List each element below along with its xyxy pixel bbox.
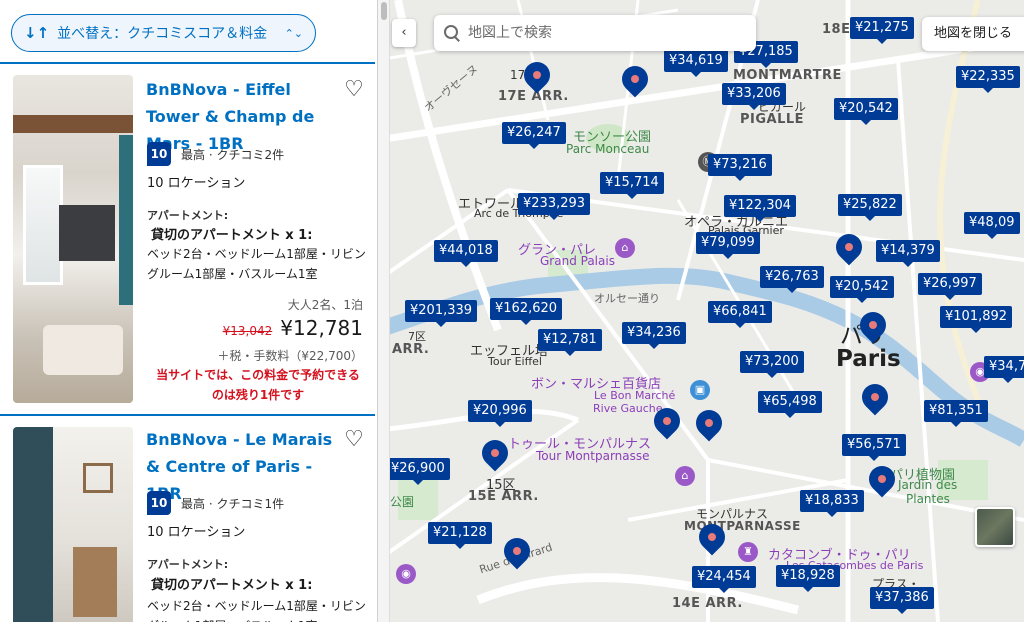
price-marker[interactable]: ¥79,099 [696, 232, 760, 259]
map-label: Parc Monceau [566, 142, 650, 156]
room-beds: ベッド2台・ベッドルーム1部屋・リビングルーム1部屋・バスルーム1室 [147, 247, 366, 281]
price-marker[interactable]: ¥56,571 [842, 434, 906, 461]
price-marker[interactable]: ¥162,620 [490, 298, 563, 325]
location-score: 10 ロケーション [147, 525, 246, 540]
sort-bar: ↓↑ 並べ替え：クチコミスコア＆料金 ⌃⌄ [0, 0, 377, 62]
guests-nights: 大人2名、1泊 [287, 298, 363, 312]
price-marker[interactable]: ¥33,206 [722, 83, 786, 110]
room-name: 貸切のアパートメント x 1: [151, 228, 313, 243]
map-label: ARR. [392, 342, 430, 357]
tax-fees: ＋税・手数料（¥22,700） [217, 349, 363, 363]
map-label: Jardin des [898, 478, 958, 492]
review-score-text: 最高 · クチコミ1件 [181, 497, 285, 511]
heart-icon[interactable]: ♡ [342, 428, 366, 452]
map-label: Plantes [906, 492, 950, 506]
price-marker[interactable]: ¥81,351 [924, 400, 988, 427]
price-marker[interactable]: ¥20,996 [468, 400, 532, 427]
map-label: 17E ARR. [498, 89, 569, 104]
landmark-icon[interactable]: ◉ [396, 564, 416, 584]
chevron-left-icon: ‹ [401, 25, 407, 40]
map-label: 14E ARR. [672, 596, 743, 611]
price-marker[interactable]: ¥65,498 [758, 391, 822, 418]
price-marker[interactable]: ¥24,454 [692, 566, 756, 593]
property-card[interactable]: BnBNova - Eiffel Tower & Champ de Mars -… [0, 62, 375, 416]
map-label: MONTMARTRE [733, 68, 842, 83]
review-score-badge: 10 [147, 142, 171, 166]
heart-icon[interactable]: ♡ [342, 78, 366, 102]
price-marker[interactable]: ¥25,822 [838, 194, 902, 221]
map-label: オルセー通り [594, 292, 660, 305]
price-marker[interactable]: ¥48,09 [964, 212, 1020, 239]
current-price: ¥12,781 [280, 316, 363, 340]
map-label: Tour Eiffel [488, 355, 542, 368]
sort-button[interactable]: ↓↑ 並べ替え：クチコミスコア＆料金 ⌃⌄ [11, 14, 316, 52]
property-photo[interactable] [13, 75, 133, 403]
property-card[interactable]: BnBNova - Le Marais & Centre of Paris - … [0, 414, 375, 622]
results-list-panel: ↓↑ 並べ替え：クチコミスコア＆料金 ⌃⌄ BnBNova - Eiffel T… [0, 0, 378, 622]
sort-arrows-icon: ↓↑ [24, 24, 50, 42]
price-marker[interactable]: ¥66,841 [708, 301, 772, 328]
price-marker[interactable]: ¥201,339 [405, 300, 478, 327]
price-marker[interactable]: ¥44,018 [434, 240, 498, 267]
price-marker[interactable]: ¥20,542 [834, 98, 898, 125]
landmark-icon[interactable]: ⌂ [675, 466, 695, 486]
price-marker[interactable]: ¥26,900 [386, 458, 450, 485]
chevron-updown-icon: ⌃⌄ [284, 26, 303, 40]
price-marker[interactable]: ¥21,275 [850, 17, 914, 44]
price-marker[interactable]: ¥20,542 [830, 276, 894, 303]
price-marker[interactable]: ¥233,293 [518, 193, 591, 220]
map-canvas[interactable]: 17区 17E ARR. 18E MONTMARTRE ピガール PIGALLE… [378, 0, 1024, 622]
original-price: ¥13,042 [222, 324, 273, 338]
price-marker[interactable]: ¥101,892 [940, 306, 1013, 333]
price-marker[interactable]: ¥18,833 [800, 490, 864, 517]
price-marker[interactable]: ¥22,335 [956, 66, 1020, 93]
map-label: Le Bon Marché [594, 389, 676, 402]
map-label: Tour Montparnasse [536, 449, 650, 463]
price-marker[interactable]: ¥26,247 [502, 122, 566, 149]
review-score-badge: 10 [147, 491, 171, 515]
map-label: 15E ARR. [468, 489, 539, 504]
price-marker[interactable]: ¥34,619 [664, 50, 728, 77]
satellite-view-toggle[interactable] [975, 507, 1015, 547]
review-score-text: 最高 · クチコミ2件 [181, 148, 285, 162]
museum-icon[interactable]: ⌂ [615, 238, 635, 258]
map-label: Rive Gauche [593, 402, 663, 415]
price-marker[interactable]: ¥73,216 [708, 154, 772, 181]
price-marker[interactable]: ¥73,200 [740, 351, 804, 378]
sort-label: 並べ替え：クチコミスコア＆料金 [57, 26, 268, 42]
map-search-box[interactable] [434, 15, 756, 51]
search-icon [444, 25, 460, 41]
room-type: アパートメント: [147, 209, 229, 222]
scarcity-message: 当サイトでは、この料金で予約できるのは残り1件です [156, 368, 360, 402]
price-marker[interactable]: ¥26,997 [918, 273, 982, 300]
map-label: 18E [822, 22, 851, 37]
shopping-icon[interactable]: ▣ [690, 380, 710, 400]
map-search-input[interactable] [468, 25, 728, 41]
room-name: 貸切のアパートメント x 1: [151, 578, 313, 593]
collapse-list-button[interactable]: ‹ [392, 19, 416, 47]
location-score: 10 ロケーション [147, 176, 246, 191]
map-label: Grand Palais [540, 254, 615, 268]
price-marker[interactable]: ¥34,236 [622, 322, 686, 349]
price-marker[interactable]: ¥122,304 [724, 195, 797, 222]
price-row: ¥13,042 ¥12,781 [223, 316, 363, 340]
price-marker[interactable]: ¥15,714 [600, 172, 664, 199]
price-marker[interactable]: ¥14,379 [876, 240, 940, 267]
price-marker[interactable]: ¥34,7 [984, 356, 1024, 383]
price-marker[interactable]: ¥12,781 [538, 329, 602, 356]
price-marker[interactable]: ¥21,128 [428, 522, 492, 549]
property-title-link[interactable]: BnBNova - Eiffel Tower & Champ de Mars -… [146, 76, 346, 157]
close-map-button[interactable]: 地図を閉じる [922, 17, 1024, 51]
price-marker[interactable]: ¥18,928 [776, 565, 840, 592]
list-scrollbar[interactable] [378, 0, 390, 622]
museum-icon[interactable]: ♜ [738, 542, 758, 562]
property-photo[interactable] [13, 427, 133, 622]
price-marker[interactable]: ¥26,763 [760, 266, 824, 293]
price-marker[interactable]: ¥37,386 [870, 587, 934, 614]
list-scrollbar-thumb[interactable] [381, 2, 387, 20]
map-label: PIGALLE [740, 112, 805, 127]
room-type: アパートメント: [147, 558, 229, 571]
city-label: Paris [836, 346, 901, 372]
room-beds: ベッド2台・ベッドルーム1部屋・リビングルーム1部屋・バスルーム1室 [147, 599, 366, 622]
